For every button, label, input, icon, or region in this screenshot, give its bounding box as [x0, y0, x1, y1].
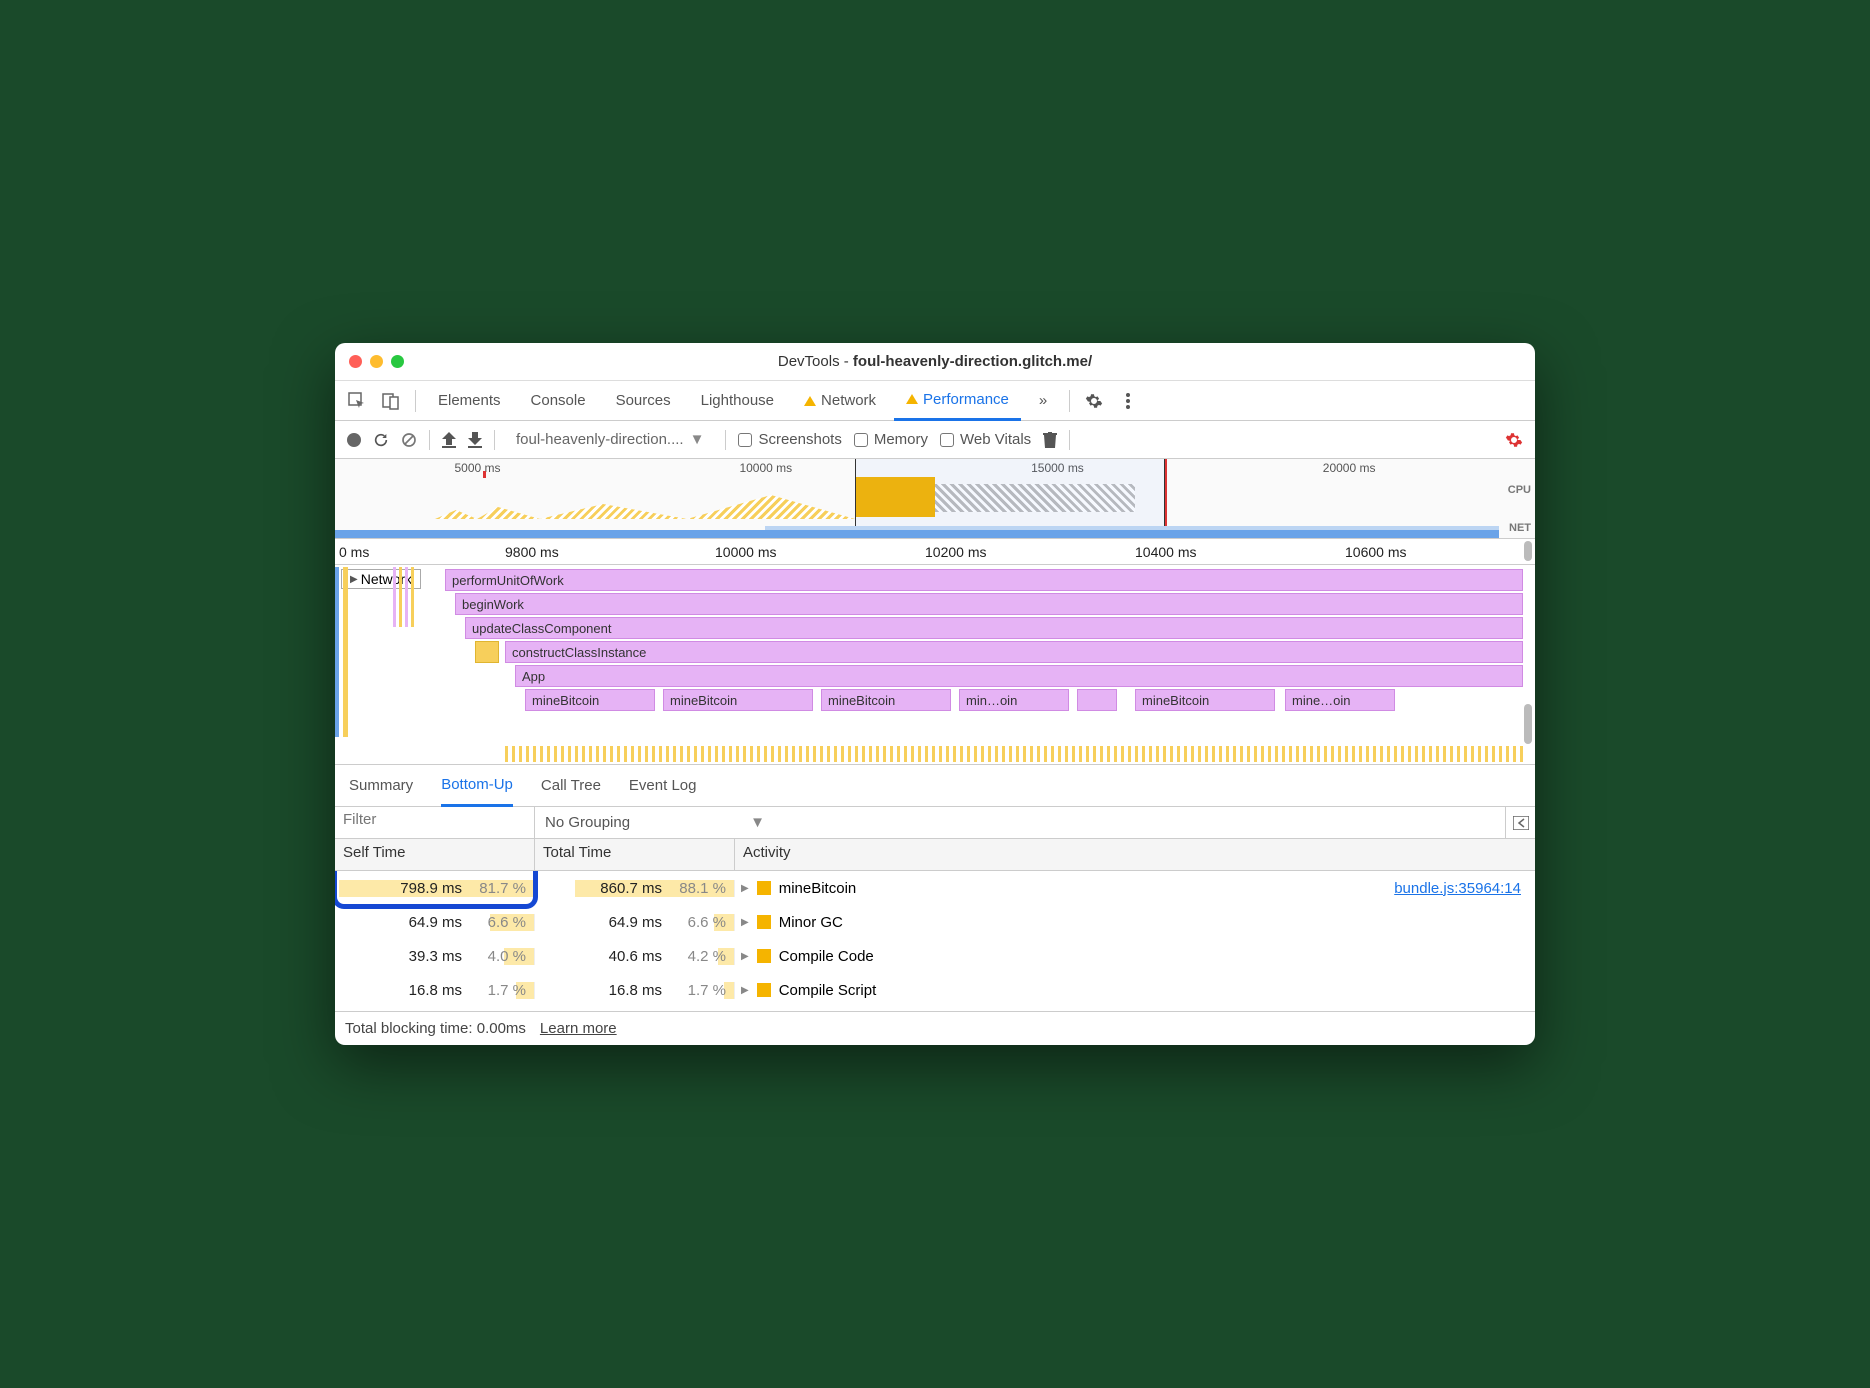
settings-icon[interactable] [1080, 387, 1108, 415]
flame-chart[interactable]: ▶Network performUnitOfWork beginWork upd… [335, 565, 1535, 765]
expand-icon[interactable]: ▶ [741, 985, 749, 996]
subtab-summary[interactable]: Summary [349, 765, 413, 807]
flame-bar[interactable] [1077, 689, 1117, 711]
screenshots-checkbox[interactable]: Screenshots [738, 431, 841, 448]
show-heaviest-stack-icon[interactable] [1505, 807, 1535, 838]
activity-name: Compile Script [779, 982, 877, 999]
scrollbar-thumb[interactable] [1524, 704, 1532, 744]
grouping-select[interactable]: No Grouping▼ [535, 807, 1505, 838]
profile-selector[interactable]: foul-heavenly-direction....▼ [507, 428, 713, 451]
memory-checkbox[interactable]: Memory [854, 431, 928, 448]
flame-bar[interactable]: mineBitcoin [821, 689, 951, 711]
table-row[interactable]: 8.0 ms0.8 %17.5 ms1.8 %▶(anonymous)bundl… [335, 1007, 1535, 1011]
col-activity[interactable]: Activity [735, 839, 1535, 870]
filter-input[interactable] [343, 811, 526, 828]
timeline-overview[interactable]: 5000 ms10000 ms15000 ms20000 ms CPU NET [335, 459, 1535, 539]
delete-profile-button[interactable] [1043, 432, 1057, 448]
script-color-icon [757, 881, 771, 895]
details-tabbar: Summary Bottom-Up Call Tree Event Log [335, 765, 1535, 807]
col-self-time[interactable]: Self Time [335, 839, 535, 870]
window-title: DevTools - foul-heavenly-direction.glitc… [335, 353, 1535, 370]
activity-name: Minor GC [779, 914, 843, 931]
table-header: Self Time Total Time Activity [335, 839, 1535, 871]
filter-row: No Grouping▼ [335, 807, 1535, 839]
time-ruler[interactable]: 0 ms 9800 ms 10000 ms 10200 ms 10400 ms … [335, 539, 1535, 565]
tab-more[interactable]: » [1027, 381, 1059, 421]
capture-settings-icon[interactable] [1505, 431, 1523, 449]
warning-icon [906, 394, 918, 404]
titlebar: DevTools - foul-heavenly-direction.glitc… [335, 343, 1535, 381]
script-color-icon [757, 983, 771, 997]
flame-bar[interactable]: App [515, 665, 1523, 687]
inspect-icon[interactable] [343, 387, 371, 415]
table-row[interactable]: 64.9 ms6.6 %64.9 ms6.6 %▶Minor GC [335, 905, 1535, 939]
total-blocking-time: Total blocking time: 0.00ms [345, 1020, 526, 1037]
expand-icon[interactable]: ▶ [741, 917, 749, 928]
tab-elements[interactable]: Elements [426, 381, 513, 421]
net-label: NET [1509, 522, 1531, 534]
table-row[interactable]: 798.9 ms81.7 %860.7 ms88.1 %▶mineBitcoin… [335, 871, 1535, 905]
tab-console[interactable]: Console [519, 381, 598, 421]
activity-name: Compile Code [779, 948, 874, 965]
subtab-calltree[interactable]: Call Tree [541, 765, 601, 807]
activity-name: mineBitcoin [779, 880, 857, 897]
flame-bar[interactable]: performUnitOfWork [445, 569, 1523, 591]
source-link[interactable]: bundle.js:35964:14 [1394, 880, 1521, 897]
flame-bar[interactable]: updateClassComponent [465, 617, 1523, 639]
table-row[interactable]: 16.8 ms1.7 %16.8 ms1.7 %▶Compile Script [335, 973, 1535, 1007]
load-profile-button[interactable] [442, 432, 456, 448]
tab-sources[interactable]: Sources [604, 381, 683, 421]
save-profile-button[interactable] [468, 432, 482, 448]
tab-network[interactable]: Network [792, 381, 888, 421]
flame-bar[interactable]: min…oin [959, 689, 1069, 711]
table-row[interactable]: 39.3 ms4.0 %40.6 ms4.2 %▶Compile Code [335, 939, 1535, 973]
expand-icon[interactable]: ▶ [741, 951, 749, 962]
subtab-bottomup[interactable]: Bottom-Up [441, 765, 513, 807]
tab-lighthouse[interactable]: Lighthouse [689, 381, 786, 421]
panel-tabbar: Elements Console Sources Lighthouse Netw… [335, 381, 1535, 421]
clear-button[interactable] [401, 432, 417, 448]
flame-bar[interactable]: mineBitcoin [663, 689, 813, 711]
flame-bar[interactable] [475, 641, 499, 663]
device-toggle-icon[interactable] [377, 387, 405, 415]
cpu-label: CPU [1508, 484, 1531, 496]
script-color-icon [757, 915, 771, 929]
script-color-icon [757, 949, 771, 963]
perf-toolbar: foul-heavenly-direction....▼ Screenshots… [335, 421, 1535, 459]
flame-bar[interactable]: mine…oin [1285, 689, 1395, 711]
devtools-window: DevTools - foul-heavenly-direction.glitc… [335, 343, 1535, 1045]
flame-bar[interactable]: mineBitcoin [1135, 689, 1275, 711]
subtab-eventlog[interactable]: Event Log [629, 765, 697, 807]
flame-bar[interactable]: beginWork [455, 593, 1523, 615]
learn-more-link[interactable]: Learn more [540, 1020, 617, 1037]
flame-bar[interactable]: mineBitcoin [525, 689, 655, 711]
flame-bar[interactable]: constructClassInstance [505, 641, 1523, 663]
col-total-time[interactable]: Total Time [535, 839, 735, 870]
reload-record-button[interactable] [373, 432, 389, 448]
table-body: 798.9 ms81.7 %860.7 ms88.1 %▶mineBitcoin… [335, 871, 1535, 1011]
kebab-menu-icon[interactable] [1114, 387, 1142, 415]
warning-icon [804, 396, 816, 406]
tab-performance[interactable]: Performance [894, 381, 1021, 421]
scrollbar-thumb[interactable] [1524, 541, 1532, 561]
record-button[interactable] [347, 433, 361, 447]
webvitals-checkbox[interactable]: Web Vitals [940, 431, 1031, 448]
expand-icon[interactable]: ▶ [741, 883, 749, 894]
footer: Total blocking time: 0.00ms Learn more [335, 1011, 1535, 1045]
